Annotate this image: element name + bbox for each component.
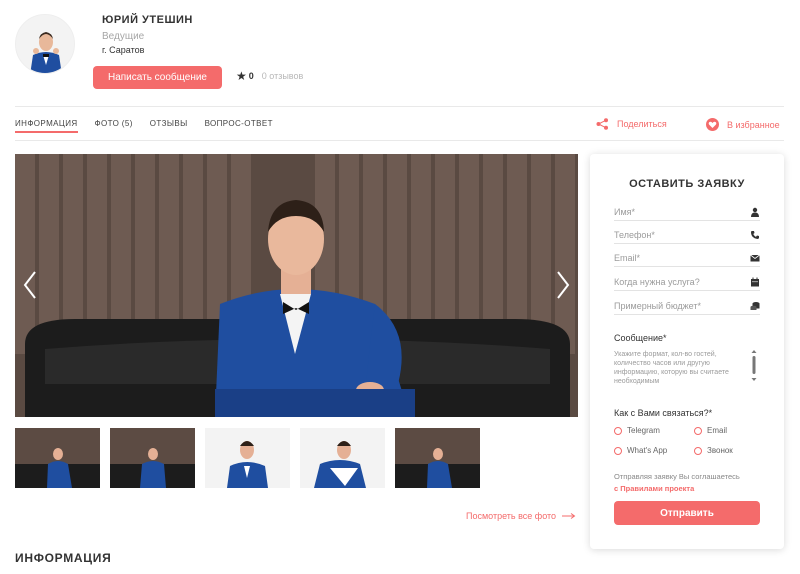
thumbnail[interactable] — [300, 428, 385, 488]
divider — [15, 106, 784, 107]
radio-circle-icon — [614, 446, 622, 455]
thumbnail[interactable] — [110, 428, 195, 488]
tab-info[interactable]: ИНФОРМАЦИЯ — [15, 119, 78, 133]
chevron-right-icon[interactable] — [555, 270, 571, 300]
thumbnail-strip — [15, 428, 480, 488]
calendar-icon — [751, 277, 759, 287]
rating-value: 0 — [248, 71, 254, 81]
tabs-bar: ИНФОРМАЦИЯ ФОТО (5) ОТЗЫВЫ ВОПРОС-ОТВЕТ — [15, 119, 273, 133]
contact-method-label: Как с Вами связаться?* — [614, 408, 713, 418]
avatar-photo — [16, 15, 74, 73]
heart-icon — [706, 118, 719, 131]
profile-name: ЮРИЙ УТЕШИН — [102, 14, 193, 26]
radio-whatsapp[interactable]: What's App — [614, 446, 667, 455]
see-all-label: Посмотреть все фото — [466, 511, 557, 521]
message-label: Сообщение* — [614, 333, 667, 343]
share-icon — [596, 118, 608, 130]
radio-circle-icon — [694, 426, 702, 435]
radio-circle-icon — [614, 426, 622, 435]
tab-reviews[interactable]: ОТЗЫВЫ — [150, 119, 188, 133]
radio-label: What's App — [627, 446, 668, 455]
write-message-button[interactable]: Написать сообщение — [93, 66, 222, 89]
favorite-button[interactable]: В избранное — [706, 118, 780, 131]
email-placeholder: Email* — [614, 253, 641, 263]
user-icon — [751, 207, 759, 217]
agreement-text: Отправляя заявку Вы соглашаетесь с Прави… — [614, 471, 764, 495]
favorite-label: В избранное — [727, 119, 780, 130]
divider — [15, 140, 784, 141]
radio-call[interactable]: Звонок — [694, 446, 733, 455]
email-field[interactable]: Email* — [614, 251, 760, 267]
thumbnail[interactable] — [15, 428, 100, 488]
tab-photo[interactable]: ФОТО (5) — [95, 119, 133, 133]
phone-placeholder: Телефон* — [614, 230, 655, 240]
radio-label: Telegram — [627, 426, 660, 435]
radio-telegram[interactable]: Telegram — [614, 426, 660, 435]
profile-role: Ведущие — [102, 31, 145, 42]
date-placeholder: Когда нужна услуга? — [614, 277, 700, 287]
phone-icon — [751, 231, 759, 239]
rules-link[interactable]: с Правилами проекта — [614, 483, 764, 495]
radio-email[interactable]: Email — [694, 426, 727, 435]
form-title: ОСТАВИТЬ ЗАЯВКУ — [629, 178, 745, 190]
message-textarea[interactable]: Укажите формат, кол-во гостей, количеств… — [614, 350, 738, 386]
main-photo — [15, 154, 578, 417]
share-label: Поделиться — [617, 119, 667, 129]
textarea-scrollbar[interactable] — [750, 349, 758, 383]
coins-icon — [750, 302, 760, 310]
reviews-link[interactable]: 0 отзывов — [262, 71, 304, 81]
avatar — [15, 14, 75, 74]
name-placeholder: Имя* — [614, 207, 636, 217]
budget-placeholder: Примерный бюджет* — [614, 301, 701, 311]
tab-faq[interactable]: ВОПРОС-ОТВЕТ — [205, 119, 273, 133]
agreement-line: Отправляя заявку Вы соглашаетесь — [614, 472, 740, 481]
request-form: ОСТАВИТЬ ЗАЯВКУ Имя* Телефон* Email* Ког… — [590, 154, 784, 549]
profile-city: г. Саратов — [102, 45, 145, 55]
rating[interactable]: ★ 0 0 отзывов — [236, 69, 304, 83]
name-field[interactable]: Имя* — [614, 205, 760, 221]
share-button[interactable]: Поделиться — [596, 118, 667, 130]
phone-field[interactable]: Телефон* — [614, 228, 760, 244]
main-photo-image — [15, 154, 578, 417]
star-icon: ★ — [236, 69, 247, 83]
radio-circle-icon — [694, 446, 702, 455]
arrow-right-icon — [562, 513, 576, 519]
thumbnail[interactable] — [205, 428, 290, 488]
submit-button[interactable]: Отправить — [614, 501, 760, 525]
radio-label: Звонок — [707, 446, 733, 455]
chevron-left-icon[interactable] — [22, 270, 38, 300]
budget-field[interactable]: Примерный бюджет* — [614, 299, 760, 315]
section-title: ИНФОРМАЦИЯ — [15, 551, 112, 565]
date-field[interactable]: Когда нужна услуга? — [614, 275, 760, 291]
see-all-photos-link[interactable]: Посмотреть все фото — [466, 511, 576, 521]
radio-label: Email — [707, 426, 728, 435]
thumbnail[interactable] — [395, 428, 480, 488]
mail-icon — [750, 254, 760, 262]
